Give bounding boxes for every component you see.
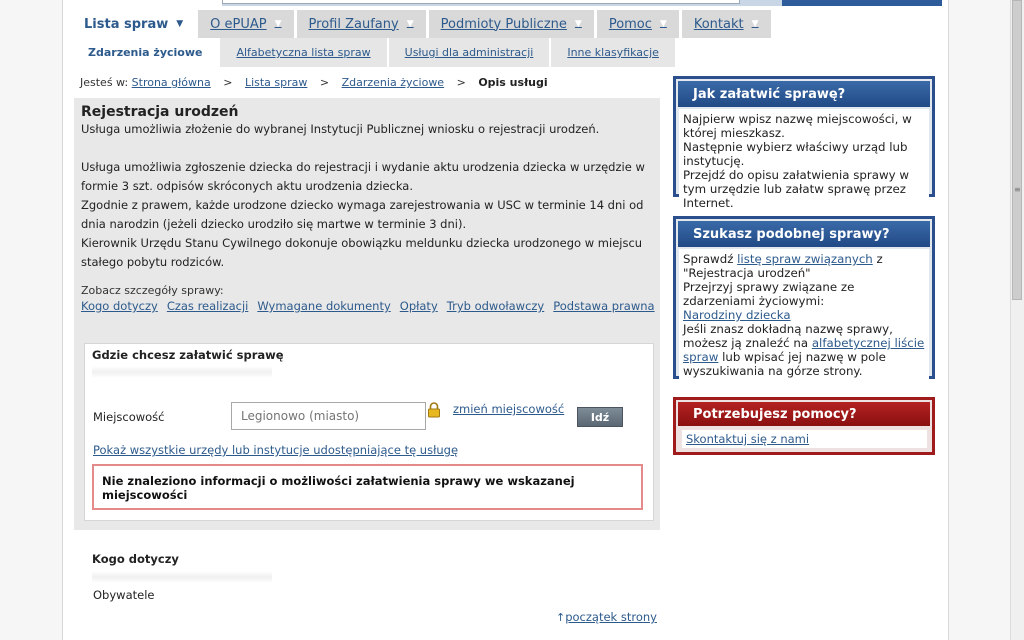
nav-tab-label: Pomoc <box>608 16 652 32</box>
breadcrumb-separator: > <box>456 76 466 89</box>
service-long-description: Usługa umożliwia zgłoszenie dziecka do r… <box>81 158 661 272</box>
help-box: Potrzebujesz pomocy? Skontaktuj się z na… <box>673 397 935 455</box>
triangle-down-icon: ▼ <box>176 19 184 29</box>
details-link-wymagane-dokumenty[interactable]: Wymagane dokumenty <box>257 299 390 313</box>
triangle-down-icon: ▼ <box>274 19 282 29</box>
service-short-description: Usługa umożliwia złożenie do wybranej In… <box>81 122 600 136</box>
nav-tab-label: Profil Zaufany <box>308 16 399 32</box>
breadcrumb-zdarzenia-link[interactable]: Zdarzenia życiowe <box>342 76 444 89</box>
how-to-title: Jak załatwić sprawę? <box>678 81 930 107</box>
nav-tab-lista-spraw[interactable]: Lista spraw ▼ <box>72 10 196 38</box>
nav-tab-podmioty-publiczne[interactable]: Podmioty Publiczne ▼ <box>428 10 594 38</box>
section-value: Obywatele <box>93 588 155 602</box>
how-to-box: Jak załatwić sprawę? Najpierw wpisz nazw… <box>673 76 935 213</box>
subtab-zdarzenia-zyciowe[interactable]: Zdarzenia życiowe <box>72 38 221 67</box>
scrollbar-thumb[interactable] <box>1012 0 1022 300</box>
nav-tab-label: O ePUAP <box>210 16 267 32</box>
error-message: Nie znaleziono informacji o możliwości z… <box>102 474 575 502</box>
breadcrumb-prefix: Jesteś w: <box>80 76 129 89</box>
city-label: Miejscowość <box>93 410 165 424</box>
page-title: Rejestracja urodzeń <box>81 104 239 120</box>
triangle-down-icon: ▼ <box>659 19 667 29</box>
details-link-oplaty[interactable]: Opłaty <box>400 299 438 313</box>
nav-tab-label: Podmioty Publiczne <box>440 16 567 32</box>
nav-tab-label: Kontakt <box>693 16 744 32</box>
sub-nav: Zdarzenia życiowe Alfabetyczna lista spr… <box>72 38 677 67</box>
breadcrumb-current: Opis usługi <box>478 76 548 89</box>
triangle-down-icon: ▼ <box>574 19 582 29</box>
nav-tab-pomoc[interactable]: Pomoc ▼ <box>596 10 679 38</box>
triangle-down-icon: ▼ <box>406 19 414 29</box>
lock-icon <box>428 402 440 418</box>
arrow-up-icon: ↑ <box>556 611 566 624</box>
similar-cases-title: Szukasz podobnej sprawy? <box>678 221 930 247</box>
top-search-field-edge[interactable] <box>222 0 740 4</box>
nav-tab-label: Lista spraw <box>84 16 169 32</box>
similar-check-line: Sprawdź listę spraw związanych z "Rejest… <box>683 252 925 280</box>
subtab-uslugi-dla-administracji[interactable]: Usługi dla administracji <box>388 38 552 67</box>
help-title: Potrzebujesz pomocy? <box>678 402 930 426</box>
back-to-top-link[interactable]: początek strony <box>565 610 657 624</box>
nav-tab-o-epuap[interactable]: O ePUAP ▼ <box>198 10 294 38</box>
related-cases-link[interactable]: listę spraw związanych <box>737 252 873 266</box>
help-body: Skontaktuj się z nami <box>682 430 927 448</box>
breadcrumb-home-link[interactable]: Strona główna <box>132 76 211 89</box>
back-to-top[interactable]: ↑początek strony <box>556 610 657 624</box>
details-label: Zobacz szczegóły sprawy: <box>81 284 224 297</box>
breadcrumb: Jesteś w: Strona główna > Lista spraw > … <box>80 76 548 89</box>
description-paragraph: Usługa umożliwia zgłoszenie dziecka do r… <box>81 160 645 193</box>
life-event-link[interactable]: Narodziny dziecka <box>683 308 791 322</box>
nav-tab-kontakt[interactable]: Kontakt ▼ <box>681 10 771 38</box>
how-to-line: Najpierw wpisz nazwę miejscowości, w któ… <box>683 112 912 140</box>
section-title-kogo-dotyczy: Kogo dotyczy <box>92 552 179 566</box>
nav-tab-profil-zaufany[interactable]: Profil Zaufany ▼ <box>296 10 426 38</box>
main-nav: Lista spraw ▼ O ePUAP ▼ Profil Zaufany ▼… <box>72 10 771 38</box>
similar-check-prefix: Sprawdź <box>683 252 734 266</box>
triangle-down-icon: ▼ <box>751 19 759 29</box>
details-links: Kogo dotyczy Czas realizacji Wymagane do… <box>81 299 655 313</box>
go-button[interactable]: Idź <box>577 407 623 427</box>
change-city-link[interactable]: zmień miejscowość <box>453 402 564 416</box>
contact-us-link[interactable]: Skontaktuj się z nami <box>686 432 809 446</box>
details-link-kogo-dotyczy[interactable]: Kogo dotyczy <box>81 299 158 313</box>
details-link-tryb-odwolawczy[interactable]: Tryb odwoławczy <box>447 299 545 313</box>
similar-cases-box: Szukasz podobnej sprawy? Sprawdź listę s… <box>673 216 935 381</box>
details-link-podstawa-prawna[interactable]: Podstawa prawna <box>553 299 654 313</box>
description-paragraph: Kierownik Urzędu Stanu Cywilnego dokonuj… <box>81 236 643 269</box>
how-to-body: Najpierw wpisz nazwę miejscowości, w któ… <box>679 109 929 213</box>
where-title: Gdzie chcesz załatwić sprawę <box>92 348 284 362</box>
similar-browse-text: Przejrzyj sprawy związane ze zdarzeniami… <box>683 280 855 308</box>
how-to-line: Następnie wybierz właściwy urząd lub ins… <box>683 140 908 168</box>
subtab-inne-klasyfikacje[interactable]: Inne klasyfikacje <box>551 38 677 67</box>
details-link-czas-realizacji[interactable]: Czas realizacji <box>167 299 249 313</box>
similar-cases-body: Sprawdź listę spraw związanych z "Rejest… <box>679 249 929 381</box>
breadcrumb-lista-spraw-link[interactable]: Lista spraw <box>245 76 307 89</box>
similar-name-line: Jeśli znasz dokładną nazwę sprawy, możes… <box>683 322 925 378</box>
show-all-offices-link[interactable]: Pokaż wszystkie urzędy lub instytucje ud… <box>93 443 458 457</box>
more-search-options-link[interactable] <box>782 0 942 6</box>
subtab-alfabetyczna-lista[interactable]: Alfabetyczna lista spraw <box>220 38 389 67</box>
how-to-line: Przejdź do opisu załatwienia sprawy w ty… <box>683 168 910 210</box>
breadcrumb-separator: > <box>223 76 233 89</box>
description-paragraph: Zgodnie z prawem, każde urodzone dziecko… <box>81 198 644 231</box>
breadcrumb-separator: > <box>319 76 330 89</box>
section-divider <box>92 366 272 378</box>
scrollbar-grip-icon: ≡ <box>1014 185 1021 194</box>
city-input[interactable] <box>231 402 426 430</box>
section-divider <box>92 571 272 583</box>
